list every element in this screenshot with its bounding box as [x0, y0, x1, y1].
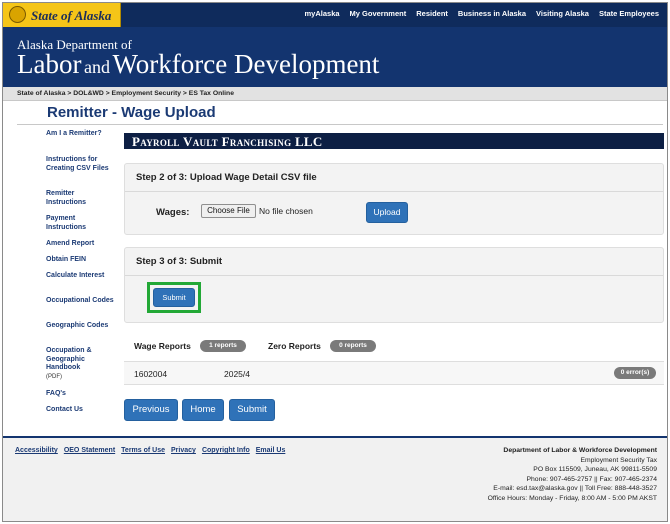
- footer-dept: Department of Labor & Workforce Developm…: [503, 447, 657, 454]
- choose-file-button[interactable]: Choose File: [201, 204, 256, 218]
- footer-link-email[interactable]: Email Us: [256, 447, 286, 454]
- top-navigation: myAlaska My Government Resident Business…: [305, 9, 659, 18]
- state-title: State of Alaska: [31, 8, 112, 23]
- nav-resident[interactable]: Resident: [416, 9, 448, 18]
- zero-reports-count: 0 reports: [330, 340, 376, 352]
- page-frame: State of Alaska myAlaska My Government R…: [2, 2, 668, 522]
- footer-email[interactable]: E-mail: esd.tax@alaska.gov || Toll Free:…: [488, 484, 657, 494]
- state-topbar: State of Alaska myAlaska My Government R…: [3, 3, 667, 27]
- employer-banner: Payroll Vault Franchising LLC: [124, 133, 664, 149]
- report-period: 2025/4: [224, 369, 250, 379]
- report-errors-badge: 0 error(s): [614, 367, 656, 379]
- nav-myalaska[interactable]: myAlaska: [305, 9, 340, 18]
- footer-link-accessibility[interactable]: Accessibility: [15, 447, 58, 454]
- footer-division: Employment Security Tax: [580, 456, 657, 464]
- footer-link-terms[interactable]: Terms of Use: [121, 447, 165, 454]
- home-button[interactable]: Home: [182, 399, 224, 421]
- footer-hours: Office Hours: Monday - Friday, 8:00 AM -…: [487, 494, 657, 502]
- sidebar-item-contact-us[interactable]: Contact Us: [46, 406, 116, 415]
- employer-name: Payroll Vault Franchising LLC: [132, 134, 323, 149]
- submit-button[interactable]: Submit: [229, 399, 275, 421]
- header-and: and: [83, 57, 110, 77]
- handbook-pdf-note: (PDF): [46, 373, 62, 380]
- footer-links: Accessibility OEO Statement Terms of Use…: [15, 447, 285, 454]
- wage-reports-count: 1 reports: [200, 340, 246, 352]
- sidebar-item-handbook[interactable]: Occupation & Geographic Handbook (PDF): [46, 347, 116, 381]
- report-id: 1602004: [134, 369, 168, 379]
- sidebar-item-occupational-codes[interactable]: Occupational Codes: [46, 297, 116, 306]
- state-of-alaska-link[interactable]: State of Alaska: [3, 3, 121, 27]
- sidebar-item-amend-report[interactable]: Amend Report: [46, 240, 116, 249]
- nav-my-government[interactable]: My Government: [350, 9, 407, 18]
- table-row[interactable]: 1602004 2025/4 0 error(s): [124, 361, 664, 385]
- previous-button[interactable]: Previous: [124, 399, 178, 421]
- sidebar-item-csv-instructions[interactable]: Instructions for Creating CSV Files: [46, 156, 116, 173]
- footer-link-copyright[interactable]: Copyright Info: [202, 447, 250, 454]
- footer-link-oeo[interactable]: OEO Statement: [64, 447, 115, 454]
- footer: Accessibility OEO Statement Terms of Use…: [3, 438, 667, 521]
- alaska-seal-icon: [9, 6, 26, 23]
- breadcrumb[interactable]: State of Alaska > DOL&WD > Employment Se…: [3, 87, 667, 101]
- upload-panel: Step 2 of 3: Upload Wage Detail CSV file…: [124, 163, 664, 235]
- step3-submit-button[interactable]: Submit: [153, 288, 195, 307]
- wage-reports-label: Wage Reports: [134, 341, 191, 351]
- upload-button[interactable]: Upload: [366, 202, 408, 223]
- title-divider: [17, 124, 663, 125]
- step2-heading: Step 2 of 3: Upload Wage Detail CSV file: [125, 164, 663, 192]
- page-title: Remitter - Wage Upload: [47, 104, 216, 121]
- nav-state-employees[interactable]: State Employees: [599, 9, 659, 18]
- wages-label: Wages:: [156, 207, 190, 218]
- header-line-2: Labor and Workforce Development: [17, 49, 379, 86]
- file-status: No file chosen: [259, 206, 313, 216]
- footer-contact-info: Department of Labor & Workforce Developm…: [488, 446, 657, 504]
- nav-visiting[interactable]: Visiting Alaska: [536, 9, 589, 18]
- header-labor: Labor: [17, 49, 82, 79]
- footer-address: PO Box 115509, Juneau, AK 99811-5509: [533, 466, 657, 474]
- nav-business[interactable]: Business in Alaska: [458, 9, 526, 18]
- sidebar-item-remitter-instructions[interactable]: Remitter Instructions: [46, 190, 116, 207]
- sidebar-item-faqs[interactable]: FAQ's: [46, 390, 116, 399]
- sidebar-item-am-i-remitter[interactable]: Am I a Remitter?: [46, 130, 116, 139]
- sidebar-item-payment-instructions[interactable]: Payment Instructions: [46, 215, 116, 232]
- step3-heading: Step 3 of 3: Submit: [125, 248, 663, 276]
- sidebar-item-geographic-codes[interactable]: Geographic Codes: [46, 322, 116, 331]
- header-workforce: Workforce Development: [112, 49, 380, 79]
- department-header[interactable]: Alaska Department of Labor and Workforce…: [3, 27, 667, 87]
- submit-panel: Step 3 of 3: Submit Submit: [124, 247, 664, 323]
- sidebar-item-obtain-fein[interactable]: Obtain FEIN: [46, 256, 116, 265]
- sidebar-item-calculate-interest[interactable]: Calculate Interest: [46, 272, 116, 281]
- zero-reports-label: Zero Reports: [268, 341, 321, 351]
- footer-phone: Phone: 907-465-2757 || Fax: 907-465-2374: [526, 475, 657, 483]
- footer-link-privacy[interactable]: Privacy: [171, 447, 196, 454]
